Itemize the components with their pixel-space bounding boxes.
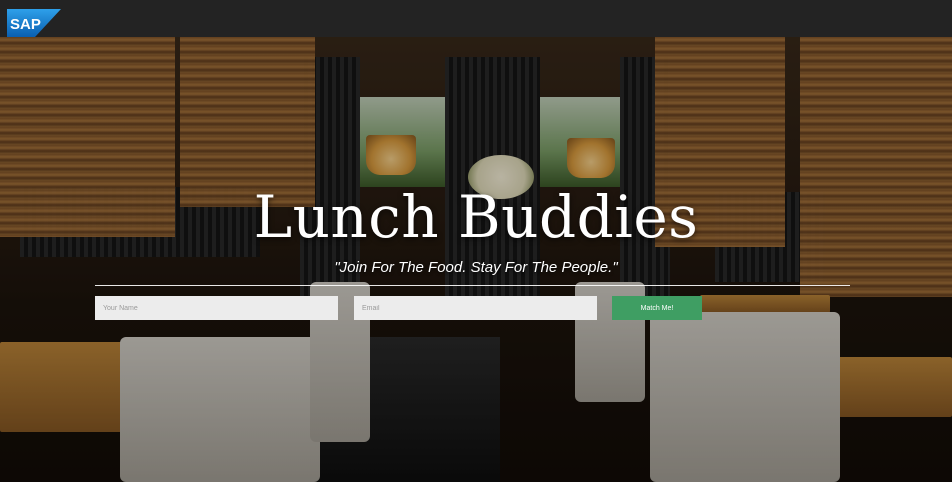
match-me-button[interactable]: Match Me! (612, 296, 702, 320)
email-input[interactable] (354, 296, 597, 320)
hero-section: Lunch Buddies "Join For The Food. Stay F… (0, 37, 952, 482)
tagline: "Join For The Food. Stay For The People.… (334, 259, 618, 276)
page-title: Lunch Buddies (253, 183, 699, 251)
logo-text: SAP (10, 16, 41, 33)
sap-logo[interactable]: SAP (7, 9, 61, 37)
name-input[interactable] (95, 296, 338, 320)
top-nav-bar: SAP (0, 0, 952, 37)
divider (95, 285, 850, 286)
